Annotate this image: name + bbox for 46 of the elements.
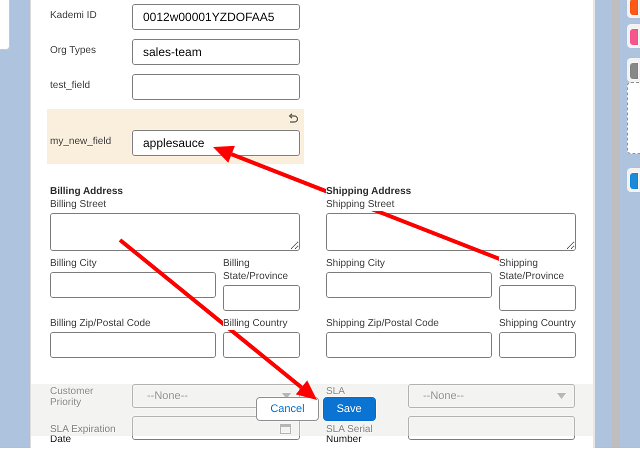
- side-tile[interactable]: [627, 58, 640, 82]
- side-card: [0, 0, 10, 50]
- field-label: SLA Serial Number: [325, 423, 374, 445]
- input-field[interactable]: [223, 285, 300, 311]
- field-label: Kademi ID: [50, 9, 98, 23]
- field-label: SLA: [325, 385, 346, 399]
- caret-icon: [557, 393, 566, 399]
- drop-zone: [627, 82, 640, 154]
- text-area[interactable]: [326, 213, 576, 251]
- field-label: Shipping City: [326, 257, 385, 270]
- field-label: Billing Country: [223, 317, 288, 330]
- text-area[interactable]: [50, 213, 300, 251]
- field-label: Customer Priority: [50, 385, 94, 408]
- field-label: Org Types: [50, 44, 97, 58]
- input-field[interactable]: [408, 416, 575, 440]
- cancel-button[interactable]: Cancel: [256, 397, 319, 421]
- input-field[interactable]: [499, 285, 576, 311]
- section-heading: Billing Address: [50, 186, 123, 198]
- input-field[interactable]: [223, 332, 300, 358]
- side-tile[interactable]: [627, 0, 640, 18]
- field-label: Billing Zip/Postal Code: [50, 317, 151, 330]
- input-field[interactable]: [132, 74, 300, 100]
- field-label: Shipping Zip/Postal Code: [326, 317, 439, 330]
- input-field[interactable]: sales-team: [132, 39, 300, 65]
- save-button[interactable]: Save: [322, 397, 376, 421]
- input-field[interactable]: [499, 332, 576, 358]
- input-field[interactable]: [50, 272, 216, 298]
- side-tile[interactable]: [627, 168, 640, 192]
- section-heading: Shipping Address: [326, 186, 412, 198]
- field-label: my_new_field: [50, 135, 112, 149]
- scrollbar[interactable]: [612, 0, 620, 448]
- field-label: Shipping Street: [326, 198, 394, 211]
- dropdown[interactable]: --None--: [408, 384, 575, 408]
- field-label: SLA Expiration Date: [50, 423, 117, 445]
- input-field[interactable]: 0012w00001YZDOFAA5: [132, 4, 300, 30]
- input-field[interactable]: [50, 332, 216, 358]
- calendar-icon[interactable]: [280, 422, 291, 434]
- undo-icon[interactable]: [287, 113, 299, 125]
- field-label: Billing City: [50, 257, 97, 270]
- side-tile[interactable]: [627, 24, 640, 48]
- field-label: Billing Street: [50, 198, 106, 211]
- field-label: Shipping Country: [499, 317, 576, 330]
- input-field[interactable]: applesauce: [132, 130, 300, 156]
- input-field[interactable]: [326, 332, 492, 358]
- field-label: test_field: [50, 79, 92, 93]
- input-field[interactable]: [326, 272, 492, 298]
